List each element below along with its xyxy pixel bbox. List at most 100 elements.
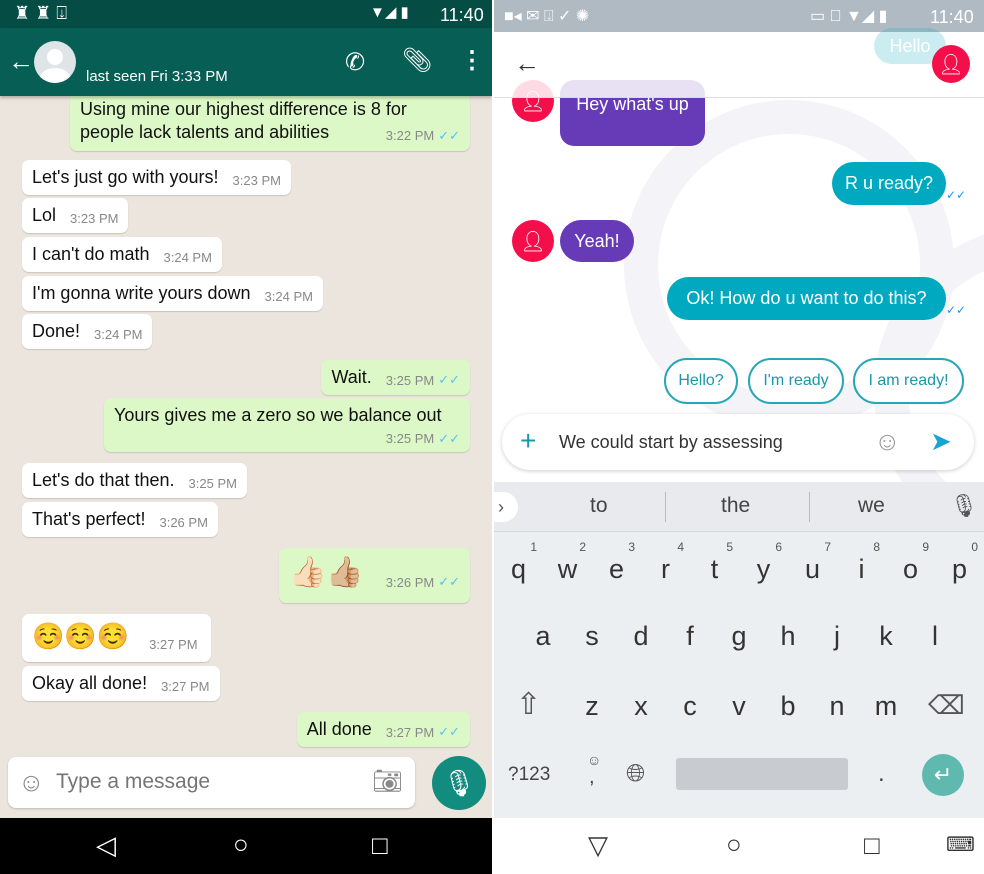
key-o[interactable]: o9 — [886, 540, 935, 585]
key-label: w — [557, 554, 578, 584]
emoji-icon[interactable]: ☺ — [874, 426, 901, 457]
symbols-key[interactable]: ?123 — [508, 764, 550, 786]
message-outgoing[interactable]: 👍🏻👍🏼 3:26 PM ✓✓ — [279, 548, 470, 603]
avatar[interactable]: 👤︎ — [512, 220, 554, 262]
avatar[interactable] — [34, 41, 76, 83]
key-d[interactable]: d — [617, 621, 666, 652]
back-nav-icon[interactable]: ◁ — [96, 830, 116, 861]
key-k[interactable]: k — [862, 621, 911, 652]
key-c[interactable]: c — [666, 691, 715, 722]
back-nav-icon[interactable]: ▽ — [588, 830, 608, 861]
message-incoming[interactable]: Let's just go with yours! 3:23 PM — [22, 160, 291, 195]
message-outgoing[interactable]: R u ready? — [832, 162, 946, 205]
key-z[interactable]: z — [568, 691, 617, 722]
period-key[interactable]: . — [878, 760, 885, 788]
message-outgoing[interactable]: All done 3:27 PM ✓✓ — [296, 712, 470, 747]
message-text: Wait. — [331, 367, 372, 387]
key-y[interactable]: y6 — [739, 540, 788, 585]
message-time: 3:25 PM — [385, 373, 435, 388]
home-nav-icon[interactable]: ○ — [233, 829, 249, 860]
message-incoming[interactable]: Let's do that then. 3:25 PM — [22, 463, 247, 498]
key-n[interactable]: n — [813, 691, 862, 722]
key-i[interactable]: i8 — [837, 540, 886, 585]
smart-reply-chip[interactable]: I'm ready — [748, 358, 844, 404]
key-hint: 3 — [628, 540, 635, 554]
message-incoming[interactable]: Done! 3:24 PM — [22, 314, 153, 349]
key-t[interactable]: t5 — [690, 540, 739, 585]
key-w[interactable]: w2 — [543, 540, 592, 585]
suggestion[interactable]: the — [721, 494, 750, 518]
recents-nav-icon[interactable]: □ — [372, 830, 388, 861]
key-s[interactable]: s — [568, 621, 617, 652]
message-incoming[interactable]: Okay all done! 3:27 PM — [22, 666, 220, 701]
key-j[interactable]: j — [813, 621, 862, 652]
mic-icon[interactable]: 🎙︎ — [950, 493, 978, 519]
enter-key[interactable]: ↵ — [922, 754, 964, 796]
camera-icon[interactable]: 📷︎ — [372, 767, 402, 796]
key-v[interactable]: v — [715, 691, 764, 722]
message-outgoing[interactable]: Using mine our highest difference is 8 f… — [70, 92, 470, 151]
key-b[interactable]: b — [764, 691, 813, 722]
phone-icon[interactable]: ✆ — [345, 48, 365, 77]
more-options-icon[interactable]: ⋮ — [460, 46, 484, 75]
key-x[interactable]: x — [617, 691, 666, 722]
message-text: Let's do that then. — [32, 470, 175, 490]
avatar[interactable]: 👤︎ — [932, 45, 970, 83]
message-incoming[interactable]: I'm gonna write yours down 3:24 PM — [22, 276, 323, 311]
key-row-1: q1w2e3r4t5y6u7i8o9p0 — [494, 540, 984, 585]
key-hint: 5 — [726, 540, 733, 554]
key-u[interactable]: u7 — [788, 540, 837, 585]
home-nav-icon[interactable]: ○ — [726, 829, 742, 860]
key-label: b — [780, 691, 796, 721]
emoji-icon[interactable]: ☺ — [18, 767, 45, 798]
smart-reply-chip[interactable]: I am ready! — [853, 358, 964, 404]
key-label: m — [874, 691, 898, 721]
back-arrow-icon[interactable]: ← — [514, 48, 540, 79]
key-label: x — [634, 691, 648, 721]
backspace-icon[interactable]: ⌫ — [928, 690, 965, 721]
message-incoming[interactable]: ☺️☺️☺️ 3:27 PM — [22, 614, 211, 662]
key-e[interactable]: e3 — [592, 540, 641, 585]
message-outgoing[interactable]: Ok! How do u want to do this? — [667, 277, 946, 320]
plus-icon[interactable]: + — [520, 425, 536, 457]
message-incoming[interactable]: Lol 3:23 PM — [22, 198, 129, 233]
spacebar[interactable] — [676, 758, 848, 790]
expand-chevron-icon[interactable]: › — [494, 492, 518, 522]
send-icon[interactable]: ➤ — [930, 426, 952, 457]
message-text: Hello — [889, 35, 931, 56]
paperclip-icon[interactable]: 📎︎ — [402, 46, 432, 75]
key-q[interactable]: q1 — [494, 540, 543, 585]
key-p[interactable]: p0 — [935, 540, 984, 585]
recents-nav-icon[interactable]: □ — [864, 830, 880, 861]
key-m[interactable]: m — [862, 691, 911, 722]
globe-icon[interactable]: 🌐︎ — [626, 760, 645, 788]
suggestion[interactable]: to — [590, 494, 608, 518]
message-input[interactable] — [56, 767, 356, 797]
message-outgoing[interactable]: Wait. 3:25 PM ✓✓ — [321, 360, 470, 395]
shift-icon[interactable]: ⇧ — [516, 687, 541, 722]
key-label: f — [686, 621, 694, 651]
key-hint: 7 — [824, 540, 831, 554]
message-outgoing[interactable]: Yours gives me a zero so we balance out … — [104, 398, 470, 452]
key-a[interactable]: a — [519, 621, 568, 652]
message-incoming[interactable]: I can't do math 3:24 PM — [22, 237, 222, 272]
key-h[interactable]: h — [764, 621, 813, 652]
key-hint: 4 — [677, 540, 684, 554]
mic-button[interactable]: 🎙︎ — [432, 756, 486, 810]
key-l[interactable]: l — [911, 621, 960, 652]
message-time: 3:27 PM — [149, 637, 198, 652]
key-g[interactable]: g — [715, 621, 764, 652]
message-incoming[interactable]: Yeah! — [560, 220, 634, 262]
message-incoming[interactable]: That's perfect! 3:26 PM — [22, 502, 218, 537]
read-ticks-icon: ✓✓ — [946, 188, 967, 202]
message-text: All done — [306, 719, 372, 739]
message-input[interactable]: We could start by assessing — [559, 432, 783, 453]
comma-key[interactable]: , — [589, 766, 595, 789]
key-r[interactable]: r4 — [641, 540, 690, 585]
suggestion[interactable]: we — [858, 494, 885, 518]
keyboard-switch-icon[interactable]: ⌨ — [946, 832, 975, 857]
read-ticks-icon: ✓✓ — [438, 724, 460, 739]
smart-reply-chip[interactable]: Hello? — [664, 358, 738, 404]
back-arrow-icon[interactable]: ← — [8, 46, 34, 77]
key-f[interactable]: f — [666, 621, 715, 652]
